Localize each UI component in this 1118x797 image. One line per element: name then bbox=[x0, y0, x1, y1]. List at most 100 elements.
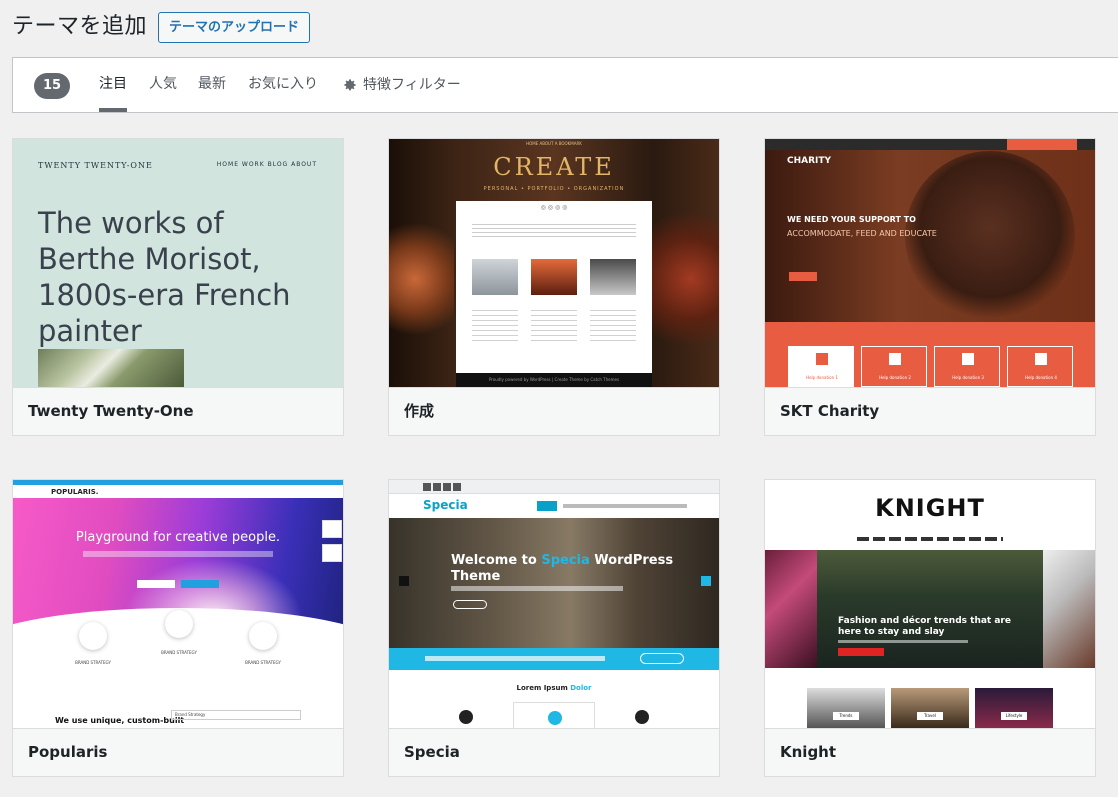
tab-popular[interactable]: 人気 bbox=[149, 58, 177, 112]
theme-count-badge: 15 bbox=[34, 73, 70, 99]
preview-topline bbox=[13, 480, 343, 485]
preview-thumbnail: Lifestyle bbox=[975, 688, 1053, 728]
preview-logo: KNIGHT bbox=[875, 494, 985, 522]
preview-thumbnail: Trends bbox=[807, 688, 885, 728]
bokeh-light bbox=[649, 199, 719, 359]
theme-name: SKT Charity bbox=[780, 402, 880, 420]
gear-icon bbox=[344, 79, 356, 91]
preview-service-box bbox=[425, 702, 507, 728]
preview-select: Brand Strategy bbox=[171, 710, 301, 720]
theme-screenshot: TWENTY TWENTY-ONE HOME WORK BLOG ABOUT T… bbox=[13, 139, 343, 387]
preview-hero-button bbox=[838, 648, 884, 656]
donation-icon bbox=[962, 353, 974, 365]
preview-social-icons: ◎ ◎ ◎ ◎ bbox=[540, 204, 568, 211]
preview-donation-box: Help donation 1 bbox=[788, 346, 854, 387]
preview-brand: CHARITY bbox=[787, 156, 832, 166]
service-icon bbox=[459, 710, 473, 724]
theme-name-bar: Knight bbox=[765, 728, 1095, 776]
theme-screenshot: Specia Welcome to Specia WordPress Theme… bbox=[389, 480, 719, 728]
preview-feature-icon bbox=[249, 622, 277, 650]
preview-thumbnail bbox=[472, 259, 518, 295]
preview-social-icon bbox=[433, 483, 441, 491]
preview-brand: POPULARIS. bbox=[51, 488, 99, 496]
preview-side-widget bbox=[322, 520, 342, 538]
theme-card-skt-charity[interactable]: CHARITY WE NEED YOUR SUPPORT TO ACCOMMOD… bbox=[764, 138, 1096, 436]
preview-slider-arrow bbox=[399, 576, 409, 586]
theme-name: Specia bbox=[404, 743, 460, 761]
preview-headline: Welcome to Specia WordPress Theme bbox=[451, 553, 674, 584]
donation-label: Help donation 1 bbox=[806, 375, 838, 380]
theme-card-knight[interactable]: KNIGHT Fashion and décor trends that are… bbox=[764, 479, 1096, 777]
donation-icon bbox=[889, 353, 901, 365]
donation-icon bbox=[1035, 353, 1047, 365]
preview-section-title: Lorem Ipsum Dolor bbox=[516, 684, 592, 692]
tab-featured[interactable]: 注目 bbox=[99, 58, 127, 112]
preview-hero-button bbox=[181, 580, 219, 588]
preview-feature-caption: BRAND STRATEGY bbox=[161, 650, 197, 655]
theme-card-popularis[interactable]: POPULARIS. Playground for creative peopl… bbox=[12, 479, 344, 777]
preview-hero-left bbox=[765, 550, 817, 668]
preview-subline bbox=[838, 640, 968, 643]
preview-feature-icon bbox=[165, 610, 193, 638]
theme-card-twenty-twenty-one[interactable]: TWENTY TWENTY-ONE HOME WORK BLOG ABOUT T… bbox=[12, 138, 344, 436]
preview-subline bbox=[83, 551, 273, 557]
preview-logo: CREATE bbox=[493, 153, 615, 181]
tab-latest[interactable]: 最新 bbox=[198, 58, 226, 112]
preview-cta-bar bbox=[389, 648, 719, 670]
preview-hero-button bbox=[453, 600, 487, 609]
preview-headline: Playground for creative people. bbox=[75, 530, 281, 545]
theme-name-bar: Specia bbox=[389, 728, 719, 776]
theme-name: Twenty Twenty-One bbox=[28, 402, 194, 420]
preview-thumbnail bbox=[590, 259, 636, 295]
preview-cta-text bbox=[425, 656, 605, 661]
upload-theme-button[interactable]: テーマのアップロード bbox=[158, 12, 311, 43]
preview-body-heading: We use unique, custom-built bbox=[55, 716, 185, 725]
donation-icon bbox=[816, 353, 828, 365]
theme-name-bar: Popularis bbox=[13, 728, 343, 776]
preview-headline: Fashion and décor trends that are here t… bbox=[838, 616, 1011, 637]
preview-donation-box: Help donation 2 bbox=[861, 346, 927, 387]
preview-service-box bbox=[513, 702, 595, 728]
theme-screenshot: KNIGHT Fashion and décor trends that are… bbox=[765, 480, 1095, 728]
preview-service-box bbox=[601, 702, 683, 728]
preview-feature-caption: BRAND STRATEGY bbox=[75, 660, 111, 665]
theme-screenshot: POPULARIS. Playground for creative peopl… bbox=[13, 480, 343, 728]
preview-donation-box: Help donation 4 bbox=[1007, 346, 1073, 387]
theme-card-create[interactable]: HOME ABOUT A BOOKMARK CREATE PERSONAL • … bbox=[388, 138, 720, 436]
theme-name-bar: Twenty Twenty-One bbox=[13, 387, 343, 435]
preview-nav bbox=[857, 537, 1003, 541]
donation-label: Help donation 4 bbox=[1025, 375, 1057, 380]
preview-footer: Proudly powered by WordPress | Create Th… bbox=[456, 373, 652, 387]
theme-name-bar: 作成 bbox=[389, 387, 719, 435]
bokeh-light bbox=[389, 209, 454, 349]
theme-name: Popularis bbox=[28, 743, 108, 761]
preview-social-icon bbox=[443, 483, 451, 491]
filter-bar: 15 注目 人気 最新 お気に入り 特徴フィルター bbox=[12, 57, 1118, 113]
preview-site-title: TWENTY TWENTY-ONE bbox=[38, 161, 153, 170]
preview-headline: The works of Berthe Morisot, 1800s-era F… bbox=[38, 206, 291, 348]
preview-hero-right bbox=[1043, 550, 1095, 668]
service-icon bbox=[635, 710, 649, 724]
page-title: テーマを追加 bbox=[12, 14, 148, 39]
preview-side-widget bbox=[322, 544, 342, 562]
feature-filter-button[interactable]: 特徴フィルター bbox=[343, 58, 461, 112]
preview-text-lines bbox=[531, 306, 577, 342]
preview-content-panel: ◎ ◎ ◎ ◎ Proudly powered by WordPress | C… bbox=[456, 201, 652, 387]
preview-cta-button bbox=[640, 653, 684, 664]
preview-nav-home bbox=[537, 501, 557, 511]
preview-social-icon bbox=[423, 483, 431, 491]
donation-label: Help donation 2 bbox=[879, 375, 911, 380]
service-icon bbox=[548, 711, 562, 725]
theme-name: Knight bbox=[780, 743, 837, 761]
preview-painting-image bbox=[38, 349, 184, 387]
preview-donation-box: Help donation 3 bbox=[934, 346, 1000, 387]
tab-favorites[interactable]: お気に入り bbox=[248, 58, 318, 112]
theme-card-specia[interactable]: Specia Welcome to Specia WordPress Theme… bbox=[388, 479, 720, 777]
preview-social-icon bbox=[453, 483, 461, 491]
thumbnail-label: Lifestyle bbox=[1001, 712, 1027, 720]
preview-nav: HOME ABOUT A BOOKMARK bbox=[526, 141, 582, 146]
preview-thumbnail bbox=[531, 259, 577, 295]
preview-cta bbox=[789, 272, 817, 281]
preview-hero-button bbox=[137, 580, 175, 588]
theme-screenshot: HOME ABOUT A BOOKMARK CREATE PERSONAL • … bbox=[389, 139, 719, 387]
